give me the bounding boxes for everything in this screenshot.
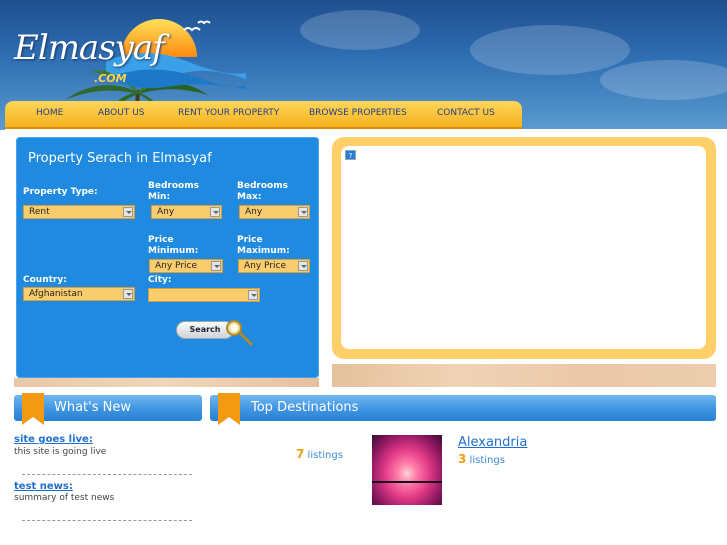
- logo-suffix: .COM: [94, 72, 127, 85]
- broken-image-icon: ?: [345, 150, 356, 160]
- site-logo[interactable]: Elmasyaf .COM: [6, 10, 246, 95]
- bedrooms-min-select[interactable]: Any: [151, 205, 222, 219]
- search-button[interactable]: Search: [176, 319, 256, 347]
- city-select[interactable]: [148, 288, 260, 302]
- chevron-down-icon[interactable]: [211, 261, 221, 271]
- bedrooms-max-label: Bedrooms Max:: [237, 181, 288, 202]
- property-type-select[interactable]: Rent: [23, 205, 135, 219]
- price-min-value: Any Price: [155, 261, 198, 271]
- country-value: Afghanistan: [29, 289, 83, 299]
- listing-count-number: 3: [458, 452, 467, 466]
- bedrooms-min-label: Bedrooms Min:: [148, 181, 199, 202]
- property-type-value: Rent: [29, 207, 50, 217]
- bedrooms-min-value: Any: [157, 207, 175, 217]
- nav-rent-your-property[interactable]: RENT YOUR PROPERTY: [178, 108, 279, 118]
- magnifier-icon: [226, 320, 254, 347]
- beach-strip: [332, 364, 716, 387]
- nav-contact-us[interactable]: CONTACT US: [437, 108, 495, 118]
- price-min-select[interactable]: Any Price: [149, 259, 223, 273]
- property-search-panel: Property Serach in Elmasyaf Property Typ…: [16, 137, 319, 378]
- price-max-label: Price Maximum:: [237, 235, 290, 256]
- featured-banner: ?: [341, 146, 706, 349]
- chevron-down-icon[interactable]: [123, 289, 133, 299]
- bedrooms-max-value: Any: [245, 207, 263, 217]
- listing-count-unit: listings: [469, 455, 505, 466]
- whats-new-title: What's New: [54, 400, 131, 415]
- listing-count[interactable]: 7 listings: [296, 447, 343, 461]
- price-max-select[interactable]: Any Price: [238, 259, 310, 273]
- whats-new-header: What's New: [14, 393, 202, 425]
- chevron-down-icon[interactable]: [248, 290, 258, 300]
- featured-banner-frame: ?: [332, 137, 716, 359]
- destination-name-link[interactable]: Alexandria: [458, 435, 527, 450]
- destination-thumbnail[interactable]: [372, 435, 442, 505]
- logo-wordmark: Elmasyaf: [14, 28, 165, 68]
- search-title: Property Serach in Elmasyaf: [28, 151, 212, 166]
- listing-count-number: 7: [296, 447, 305, 461]
- header-banner: Elmasyaf .COM HOME ABOUT US RENT YOUR PR…: [0, 0, 727, 130]
- ribbon-icon: [218, 393, 240, 425]
- divider: [22, 520, 192, 521]
- news-summary: summary of test news: [14, 493, 115, 503]
- top-destinations-title: Top Destinations: [251, 400, 359, 415]
- top-destinations-header: Top Destinations: [210, 393, 716, 425]
- nav-browse-properties[interactable]: BROWSE PROPERTIES: [309, 108, 407, 118]
- beach-strip: [14, 378, 319, 387]
- chevron-down-icon[interactable]: [210, 207, 220, 217]
- ribbon-icon: [22, 393, 44, 425]
- price-max-value: Any Price: [244, 261, 287, 271]
- listing-count-unit: listings: [307, 450, 343, 461]
- country-label: Country:: [23, 275, 67, 285]
- country-select[interactable]: Afghanistan: [23, 287, 135, 301]
- listing-count[interactable]: 3 listings: [458, 452, 505, 466]
- news-title-link[interactable]: site goes live:: [14, 434, 93, 445]
- bedrooms-max-select[interactable]: Any: [239, 205, 310, 219]
- chevron-down-icon[interactable]: [298, 207, 308, 217]
- chevron-down-icon[interactable]: [123, 207, 133, 217]
- property-type-label: Property Type:: [23, 187, 98, 197]
- main-navigation: HOME ABOUT US RENT YOUR PROPERTY BROWSE …: [5, 101, 522, 129]
- nav-home[interactable]: HOME: [36, 108, 63, 118]
- chevron-down-icon[interactable]: [298, 261, 308, 271]
- price-min-label: Price Minimum:: [148, 235, 199, 256]
- news-title-link[interactable]: test news:: [14, 481, 73, 492]
- divider: [22, 474, 192, 475]
- city-label: City:: [148, 275, 172, 285]
- news-summary: this site is going live: [14, 447, 107, 457]
- nav-about-us[interactable]: ABOUT US: [98, 108, 145, 118]
